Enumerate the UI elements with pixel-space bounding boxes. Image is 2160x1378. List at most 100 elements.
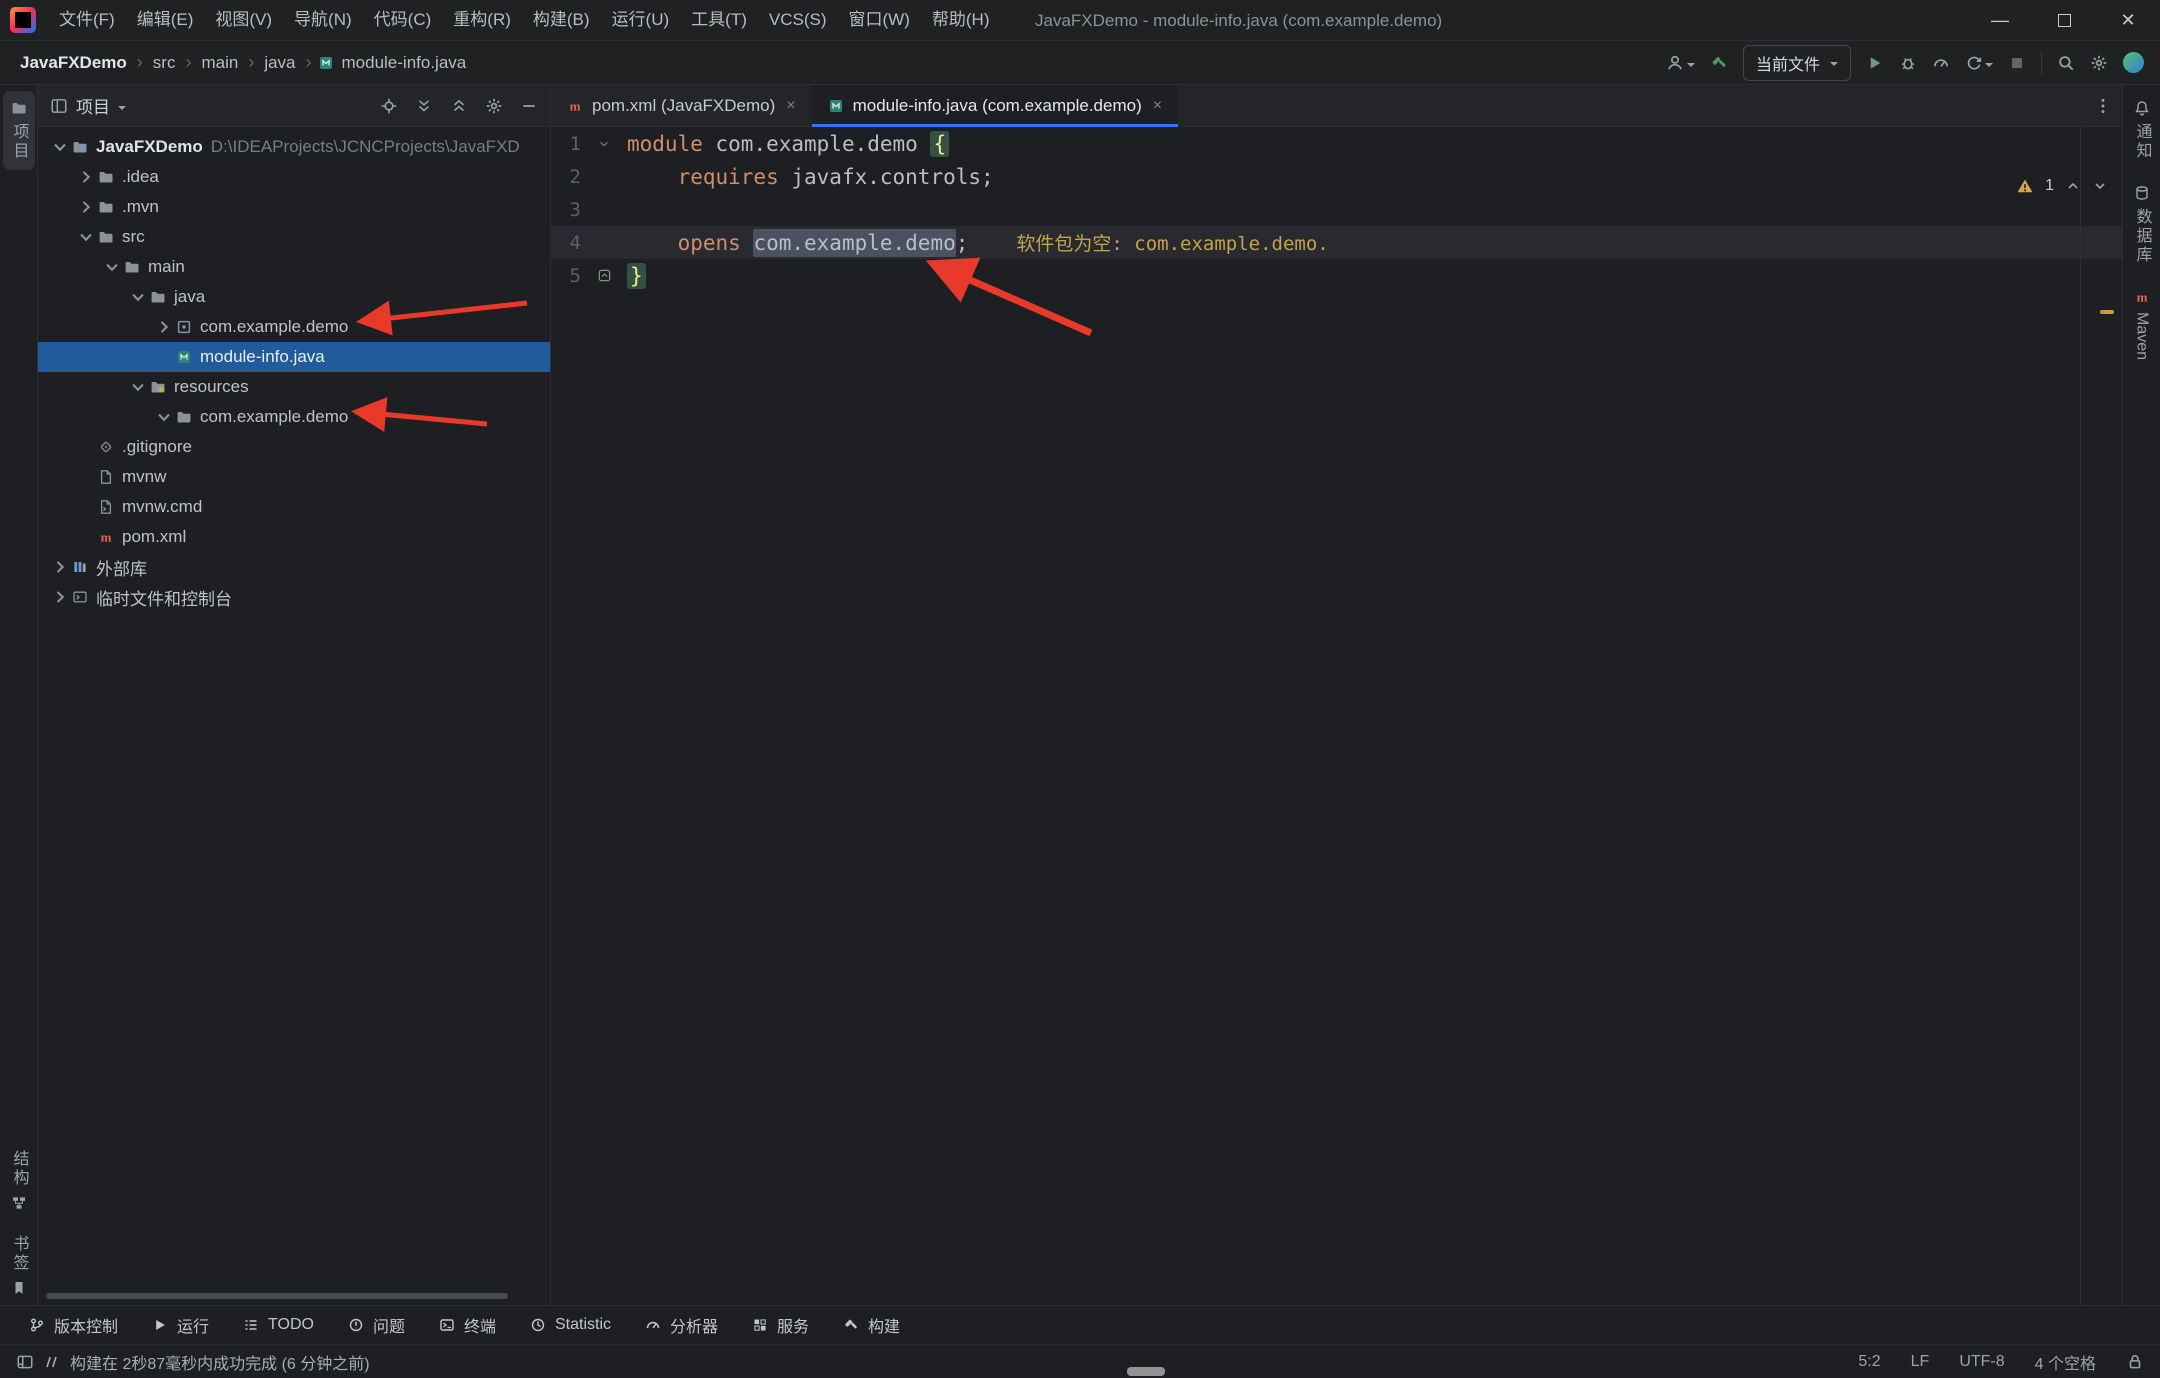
close-tab-icon[interactable]: × — [786, 97, 795, 115]
rerun-button[interactable] — [1965, 54, 1993, 72]
code-line-3[interactable]: 3 — [551, 193, 2122, 226]
code-with-me-icon[interactable] — [2123, 52, 2144, 73]
tree-item-pom[interactable]: mpom.xml — [38, 522, 550, 552]
chevron-open-icon[interactable] — [154, 407, 174, 427]
chevron-open-icon[interactable] — [50, 137, 70, 157]
expand-all-icon[interactable] — [415, 97, 433, 115]
tool-stripe-structure[interactable]: 结构 — [3, 1141, 35, 1220]
tree-item-module-info[interactable]: module-info.java — [38, 342, 550, 372]
menu-tools[interactable]: 工具(T) — [680, 0, 758, 40]
tool-stripe-bookmarks[interactable]: 书签 — [3, 1226, 35, 1305]
chevron-open-icon[interactable] — [128, 287, 148, 307]
tool-button-todo[interactable]: TODO — [230, 1311, 327, 1339]
close-button[interactable]: ✕ — [2096, 0, 2160, 41]
profile-button[interactable] — [1666, 54, 1695, 72]
breadcrumb-java[interactable]: java — [260, 53, 299, 73]
search-icon[interactable] — [2057, 54, 2075, 72]
tree-item-external-libs[interactable]: 外部库 — [38, 552, 550, 582]
tree-item-java[interactable]: java — [38, 282, 550, 312]
next-problem-icon[interactable] — [2092, 178, 2108, 194]
breadcrumb-project[interactable]: JavaFXDemo — [16, 53, 131, 73]
hide-panel-icon[interactable] — [520, 97, 538, 115]
tree-item-mvnw-cmd[interactable]: mvnw.cmd — [38, 492, 550, 522]
menu-view[interactable]: 视图(V) — [204, 0, 283, 40]
build-hammer-icon[interactable] — [1710, 54, 1728, 72]
status-caret-position[interactable]: 5:2 — [1858, 1353, 1880, 1371]
tab-module-info[interactable]: module-info.java (com.example.demo)× — [812, 85, 1178, 126]
tool-button-statistic[interactable]: Statistic — [517, 1311, 624, 1339]
horizontal-scrollbar[interactable] — [46, 1293, 508, 1299]
settings-gear-icon[interactable] — [2090, 54, 2108, 72]
tree-item-resources[interactable]: resources — [38, 372, 550, 402]
tool-button-build[interactable]: 构建 — [830, 1308, 913, 1342]
menu-code[interactable]: 代码(C) — [363, 0, 443, 40]
tool-button-profiler[interactable]: 分析器 — [632, 1308, 731, 1342]
tree-item-idea[interactable]: .idea — [38, 162, 550, 192]
stop-icon[interactable] — [2008, 54, 2026, 72]
tool-stripe-database[interactable]: 数据库 — [2126, 176, 2158, 274]
status-message[interactable]: 构建在 2秒87毫秒内成功完成 (6 分钟之前) — [70, 1350, 370, 1374]
menu-help[interactable]: 帮助(H) — [921, 0, 1001, 40]
status-line-separator[interactable]: LF — [1911, 1353, 1930, 1371]
menu-run[interactable]: 运行(U) — [601, 0, 681, 40]
tool-stripe-maven[interactable]: mMaven — [2126, 280, 2158, 369]
minimize-button[interactable]: — — [1968, 0, 2032, 41]
code-line-2[interactable]: 2 requires javafx.controls; — [551, 160, 2122, 193]
chevron-closed-icon[interactable] — [50, 557, 70, 577]
chevron-closed-icon[interactable] — [50, 587, 70, 607]
editor[interactable]: 1module com.example.demo {2 requires jav… — [551, 127, 2122, 1305]
tab-options-icon[interactable] — [2094, 85, 2112, 127]
tool-button-run[interactable]: 运行 — [139, 1308, 222, 1342]
write-access-lock-icon[interactable] — [2126, 1353, 2144, 1371]
debug-icon[interactable] — [1899, 54, 1917, 72]
chevron-open-icon[interactable] — [102, 257, 122, 277]
chevron-open-icon[interactable] — [76, 227, 96, 247]
breadcrumb-src[interactable]: src — [149, 53, 180, 73]
run-icon[interactable] — [1866, 54, 1884, 72]
panel-settings-icon[interactable] — [485, 97, 503, 115]
locate-file-icon[interactable] — [380, 97, 398, 115]
menu-window[interactable]: 窗口(W) — [838, 0, 921, 40]
maximize-button[interactable] — [2032, 0, 2096, 41]
profiler-icon[interactable] — [1932, 54, 1950, 72]
status-indent-style[interactable]: 4 个空格 — [2035, 1350, 2096, 1374]
chevron-down-icon[interactable] — [118, 106, 126, 114]
code-line-1[interactable]: 1module com.example.demo { — [551, 127, 2122, 160]
chevron-open-icon[interactable] — [128, 377, 148, 397]
warning-stripe-mark[interactable] — [2100, 310, 2114, 314]
tree-item-pkg-resources[interactable]: com.example.demo — [38, 402, 550, 432]
tool-stripe-notifications[interactable]: 通知 — [2126, 91, 2158, 170]
layout-widget-icon[interactable] — [16, 1353, 34, 1371]
chevron-closed-icon[interactable] — [76, 197, 96, 217]
tool-button-version-control[interactable]: 版本控制 — [16, 1308, 131, 1342]
tool-stripe-project[interactable]: 项目 — [3, 91, 35, 170]
menu-navigate[interactable]: 导航(N) — [283, 0, 363, 40]
menu-build[interactable]: 构建(B) — [522, 0, 601, 40]
tree-item-mvn[interactable]: .mvn — [38, 192, 550, 222]
tool-button-terminal[interactable]: 终端 — [426, 1308, 509, 1342]
project-panel-title[interactable]: 项目 — [76, 93, 110, 118]
chevron-closed-icon[interactable] — [76, 167, 96, 187]
menu-refactor[interactable]: 重构(R) — [442, 0, 522, 40]
tree-item-mvnw[interactable]: mvnw — [38, 462, 550, 492]
status-file-encoding[interactable]: UTF-8 — [1959, 1353, 2004, 1371]
menu-vcs[interactable]: VCS(S) — [758, 0, 838, 40]
menu-file[interactable]: 文件(F) — [48, 0, 126, 40]
tree-item-root[interactable]: JavaFXDemoD:\IDEAProjects\JCNCProjects\J… — [38, 132, 550, 162]
run-configuration-select[interactable]: 当前文件 — [1743, 45, 1851, 81]
prev-problem-icon[interactable] — [2065, 178, 2081, 194]
tree-item-src[interactable]: src — [38, 222, 550, 252]
code-line-4[interactable]: 4 opens com.example.demo;软件包为空: com.exam… — [551, 226, 2122, 259]
code-line-5[interactable]: 5} — [551, 259, 2122, 292]
tab-pom[interactable]: mpom.xml (JavaFXDemo)× — [551, 85, 812, 126]
inspection-widget[interactable]: 1 — [2016, 177, 2108, 195]
tree-item-main[interactable]: main — [38, 252, 550, 282]
tool-button-services[interactable]: 服务 — [739, 1308, 822, 1342]
menu-edit[interactable]: 编辑(E) — [126, 0, 205, 40]
breadcrumb-file[interactable]: module-info.java — [338, 53, 471, 73]
chevron-closed-icon[interactable] — [154, 317, 174, 337]
collapse-all-icon[interactable] — [450, 97, 468, 115]
breadcrumb-main[interactable]: main — [197, 53, 242, 73]
tool-button-problems[interactable]: 问题 — [335, 1308, 418, 1342]
close-tab-icon[interactable]: × — [1153, 97, 1162, 115]
